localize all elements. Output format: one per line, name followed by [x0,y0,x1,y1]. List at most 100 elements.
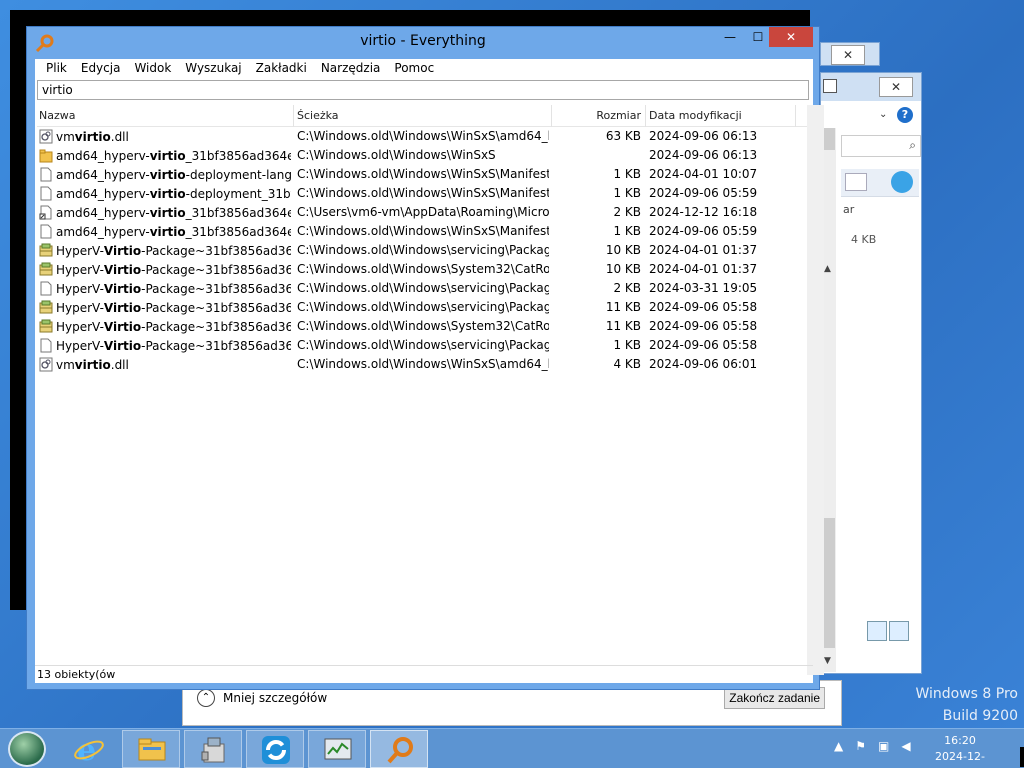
close-icon[interactable]: ✕ [831,45,865,65]
cell-name: amd64_hyperv-virtio_31bf3856ad364e35_... [39,224,291,239]
column-divider[interactable] [645,105,646,127]
chevron-down-icon[interactable]: ⌄ [879,109,887,120]
show-desktop-button[interactable] [1020,747,1024,767]
shell-icon[interactable] [891,171,913,193]
maximize-button[interactable]: ☐ [745,27,771,47]
table-row[interactable]: vmvirtio.dll C:\Windows.old\Windows\WinSx… [37,127,811,146]
file-name-prefix: HyperV- [56,243,104,258]
table-row[interactable]: HyperV-Virtio-Package~31bf3856ad364e3...… [37,317,811,336]
start-button[interactable] [8,731,46,767]
window-title: virtio - Everything [360,33,486,49]
menu-view[interactable]: Widok [127,59,178,77]
flag-icon[interactable]: ⚑ [855,739,866,753]
file-name-suffix: -Package~31bf3856ad364e3... [141,338,291,353]
taskbar-file-explorer-icon[interactable] [122,730,180,768]
search-input[interactable]: virtio [37,80,809,100]
background-window-top[interactable]: ✕ [820,42,880,66]
taskbar: e ▲ ⚑ ▣ ◀ 16:20 2024-12- [0,728,1024,768]
cell-size: 1 KB [613,338,641,352]
cell-path: C:\Windows.old\Windows\WinSxS\Manifests [297,167,549,181]
taskbar-ie-icon[interactable]: e [60,730,118,768]
file-name-prefix: amd64_hyperv- [56,224,150,239]
file-icon [40,338,52,353]
background-explorer-titlebar[interactable]: ✕ [821,73,921,101]
taskbar-everything-icon[interactable] [370,730,428,768]
table-row[interactable]: HyperV-Virtio-Package~31bf3856ad364e3...… [37,241,811,260]
cell-date: 2024-12-12 16:18 [649,205,758,219]
table-row[interactable]: amd64_hyperv-virtio_31bf3856ad364e35_...… [37,146,811,165]
scroll-thumb[interactable] [823,128,835,150]
file-name-suffix: -deployment-langua... [185,167,291,182]
task-manager-icon [324,738,352,760]
menu-tools[interactable]: Narzędzia [314,59,388,77]
table-row[interactable]: HyperV-Virtio-Package~31bf3856ad364e3...… [37,336,811,355]
file-name: vmvirtio.dll [56,358,129,372]
menu-bookmarks[interactable]: Zakładki [249,59,314,77]
menu-edit[interactable]: Edycja [74,59,128,77]
file-name-prefix: amd64_hyperv- [56,205,150,220]
scroll-up-icon[interactable]: ▲ [824,264,831,274]
end-task-button[interactable]: Zakończ zadanie [724,687,825,709]
volume-icon[interactable]: ◀ [901,739,910,753]
table-row[interactable]: amd64_hyperv-virtio-deployment_31bf38...… [37,184,811,203]
taskbar-task-manager-icon[interactable] [308,730,366,768]
taskbar-sync-icon[interactable] [246,730,304,768]
package-icon [39,262,53,276]
scroll-thumb[interactable] [823,518,835,648]
file-name-prefix: HyperV- [56,338,104,353]
menu-search[interactable]: Wyszukaj [178,59,248,77]
column-divider[interactable] [551,105,552,127]
less-details-toggle[interactable]: ⌃ Mniej szczegółów [197,689,327,707]
table-row[interactable]: HyperV-Virtio-Package~31bf3856ad364e3...… [37,279,811,298]
column-header-size[interactable]: Rozmiar [557,109,641,122]
everything-icon [387,737,413,764]
file-name: amd64_hyperv-virtio_31bf3856ad364e35_... [56,206,291,220]
file-name-prefix: HyperV- [56,281,104,296]
table-row[interactable]: amd64_hyperv-virtio-deployment-langua...… [37,165,811,184]
network-icon[interactable]: ▣ [878,739,889,753]
menu-file[interactable]: Plik [39,59,74,77]
file-name-prefix: vm [56,357,75,372]
maximize-icon[interactable] [823,79,837,93]
table-row[interactable]: amd64_hyperv-virtio_31bf3856ad364e35_...… [37,222,811,241]
menu-help[interactable]: Pomoc [387,59,441,77]
title-bar[interactable]: virtio - Everything — ☐ ✕ [27,27,819,59]
cell-name: amd64_hyperv-virtio_31bf3856ad364e35_... [39,148,291,163]
table-row[interactable]: HyperV-Virtio-Package~31bf3856ad364e3...… [37,298,811,317]
close-button[interactable]: ✕ [769,27,813,47]
table-row[interactable]: vmvirtio.dll C:\Windows.old\Windows\WinSx… [37,355,811,374]
column-header-date[interactable]: Data modyfikacji [649,109,742,122]
file-name-match: virtio [149,148,186,163]
rows-container: vmvirtio.dll C:\Windows.old\Windows\WinSx… [37,127,811,374]
tray-expand-icon[interactable]: ▲ [834,739,843,753]
chevron-up-icon[interactable]: ⌃ [197,689,215,707]
file-name-match: Virtio [103,281,142,296]
results-scrollbar[interactable] [807,105,824,675]
monitor-icon[interactable] [845,173,867,191]
file-name: HyperV-Virtio-Package~31bf3856ad364e3... [56,339,291,353]
clock[interactable]: 16:20 2024-12-12 [930,733,990,768]
taskbar-setup-icon[interactable] [184,730,242,768]
column-divider[interactable] [293,105,294,127]
file-name-suffix: .dll [110,129,129,144]
close-icon[interactable]: ✕ [879,77,913,97]
cell-name: HyperV-Virtio-Package~31bf3856ad364e3... [39,243,291,258]
background-search-input[interactable]: ⌕ [841,135,921,157]
help-icon[interactable]: ? [897,107,913,123]
file-name: HyperV-Virtio-Package~31bf3856ad364e3... [56,263,291,277]
table-row[interactable]: HyperV-Virtio-Package~31bf3856ad364e3...… [37,260,811,279]
scroll-down-icon[interactable]: ▼ [824,656,831,666]
cell-size: 11 KB [605,319,641,333]
column-header-row: Nazwa Ścieżka Rozmiar Data modyfikacji [37,105,811,127]
cell-path: C:\Windows.old\Windows\WinSxS [297,148,496,162]
column-header-name[interactable]: Nazwa [39,109,75,122]
details-view-icon[interactable] [867,621,887,641]
cell-name: HyperV-Virtio-Package~31bf3856ad364e3... [39,319,291,334]
file-name-prefix: amd64_hyperv- [56,186,150,201]
table-row[interactable]: amd64_hyperv-virtio_31bf3856ad364e35_...… [37,203,811,222]
column-divider[interactable] [795,105,796,127]
column-header-path[interactable]: Ścieżka [297,109,339,122]
minimize-button[interactable]: — [717,27,743,47]
cell-path: C:\Windows.old\Windows\WinSxS\Manifests [297,186,549,200]
tiles-view-icon[interactable] [889,621,909,641]
